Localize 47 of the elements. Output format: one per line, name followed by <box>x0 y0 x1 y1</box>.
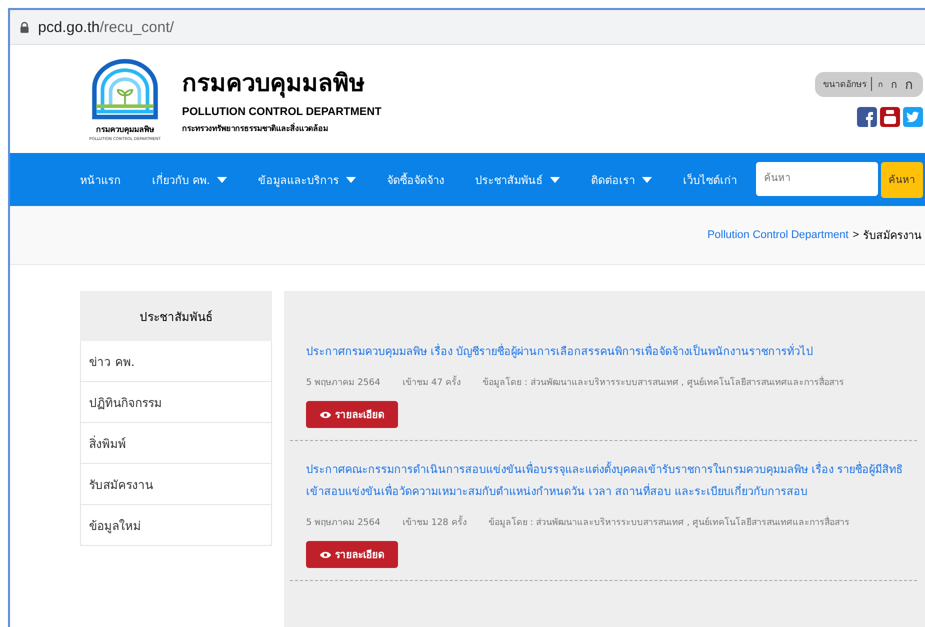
caret-icon <box>217 176 227 182</box>
post-date: 5 พฤษภาคม 2564 <box>306 517 380 529</box>
post-title-link[interactable]: ประกาศกรมควบคุมมลพิษ เรื่อง บัญชีรายชื่อผู้ผ่านการเลือกสรรคนพิการเพื่อจัดจ้างเป็นพนักงานราชการทั่วไป <box>306 341 917 363</box>
sidebar-heading: ประชาสัมพันธ์ <box>80 291 272 341</box>
address-bar[interactable]: pcd.go.th/recu_cont/ <box>8 8 925 44</box>
eye-icon <box>320 410 331 418</box>
sidebar-item[interactable]: ข้อมูลใหม่ <box>80 505 272 546</box>
ministry-name: กระทรวงทรัพยากรธรรมชาติและสิ่งแวดล้อม <box>182 122 329 135</box>
nav-menu-item[interactable]: ข้อมูลและบริการ <box>258 170 356 188</box>
breadcrumb-link[interactable]: Pollution Control Department <box>707 229 849 241</box>
details-button[interactable]: รายละเอียด <box>306 401 398 428</box>
font-size-option[interactable]: ก <box>876 78 885 90</box>
search-field[interactable]: ค้นหา <box>756 162 878 196</box>
caret-icon <box>550 176 560 182</box>
font-size-option[interactable]: ก <box>903 74 915 94</box>
nav-menu-item[interactable]: ประชาสัมพันธ์ <box>475 170 560 188</box>
nav-menu-item[interactable]: จัดซื้อจัดจ้าง <box>387 170 444 188</box>
details-button[interactable]: รายละเอียด <box>306 541 398 568</box>
caret-icon <box>346 176 356 182</box>
sidebar-item[interactable]: รับสมัครงาน <box>80 464 272 505</box>
view-count: เข้าชม 47 ครั้ง <box>402 375 461 389</box>
search-button[interactable]: ค้นหา <box>881 162 923 198</box>
video-play-icon[interactable] <box>880 106 900 126</box>
lock-icon <box>20 22 29 32</box>
sidebar-item[interactable]: สิ่งพิมพ์ <box>80 423 272 464</box>
eye-icon <box>320 550 331 558</box>
caret-icon <box>642 176 652 182</box>
post-source: ข้อมูลโดย : ส่วนพัฒนาและบริหารระบบสารสนเทศ , ศูนย์เทคโนโลยีสารสนเทศและการสื่อสาร <box>488 515 850 529</box>
nav-menu-item[interactable]: หน้าแรก <box>80 170 121 188</box>
breadcrumb-current: รับสมัครงาน <box>863 229 922 244</box>
view-count: เข้าชม 128 ครั้ง <box>402 515 466 529</box>
font-size-label: ขนาดอักษร <box>823 77 872 91</box>
font-size-option[interactable]: ก <box>889 76 899 92</box>
site-subtitle: POLLUTION CONTROL DEPARTMENT <box>182 106 382 118</box>
site-title: กรมควบคุมมลพิษ <box>182 68 366 100</box>
nav-menu-item[interactable]: เกี่ยวกับ คพ. <box>152 170 227 188</box>
logo-caption: กรมควบคุมมลพิษ <box>96 124 154 136</box>
breadcrumb-separator: > <box>852 229 859 241</box>
post-source: ข้อมูลโดย : ส่วนพัฒนาและบริหารระบบสารสนเทศ , ศูนย์เทคโนโลยีสารสนเทศและการสื่อสาร <box>482 375 844 389</box>
nav-menu-item[interactable]: เว็บไซต์เก่า <box>683 170 737 188</box>
nav-menu-item[interactable]: ติดต่อเรา <box>591 170 652 188</box>
post-date: 5 พฤษภาคม 2564 <box>306 377 380 389</box>
post-title-link[interactable]: ประกาศคณะกรรมการดำเนินการสอบแข่งขันเพื่อบรรจุและแต่งตั้งบุคคลเข้ารับราชการในกรมควบคุมมลพิษ เรื่อง รายชื่อผู้มีสิทธิเข้าสอบแข่งขันเพื่อวัดความเหมาะสมกับตำแหน่งกำหนดวัน เวลา สถานที่สอบ และระเบียบเกี่ยวกับการสอบ <box>306 459 917 503</box>
facebook-icon[interactable] <box>857 106 877 126</box>
sidebar-item[interactable]: ข่าว คพ. <box>80 341 272 382</box>
url-text: pcd.go.th/recu_cont/ <box>38 18 174 36</box>
sidebar-item[interactable]: ปฏิทินกิจกรรม <box>80 382 272 423</box>
